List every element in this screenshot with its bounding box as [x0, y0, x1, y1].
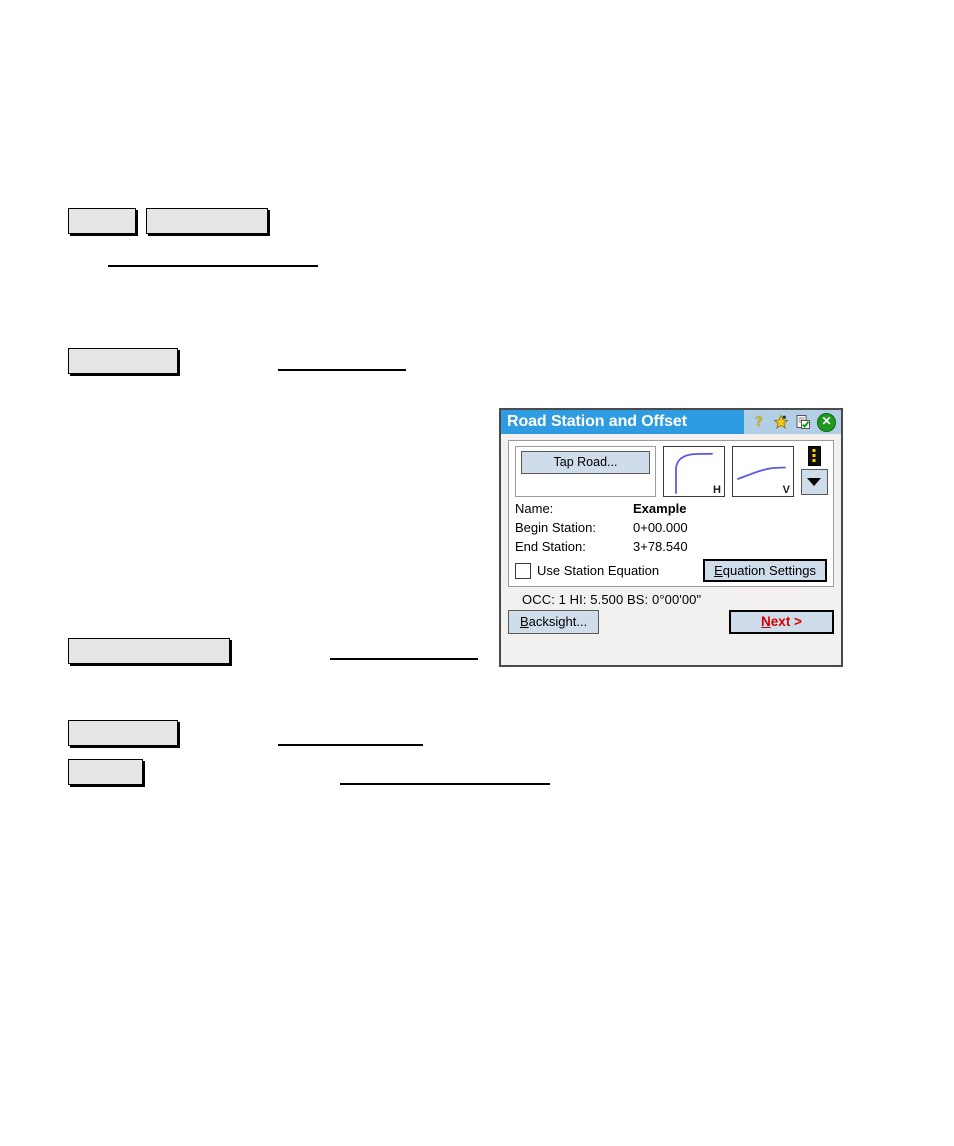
backsight-rest: acksight...: [528, 614, 588, 629]
name-value: Example: [633, 501, 687, 516]
end-station-label: End Station:: [515, 539, 586, 554]
redacted-rule-4: [278, 744, 423, 746]
next-button[interactable]: Next >: [729, 610, 834, 634]
next-rest: ext >: [770, 614, 802, 629]
backsight-button[interactable]: Backsight...: [508, 610, 600, 634]
equation-settings-rest: quation Settings: [722, 563, 816, 578]
road-selector-row: Tap Road... H V: [515, 446, 828, 497]
end-station-value: 3+78.540: [633, 539, 688, 554]
titlebar-icon-group: ? ✕: [744, 410, 841, 434]
vertical-alignment-preview[interactable]: V: [732, 446, 794, 497]
chevron-down-icon: [807, 478, 821, 486]
dialog-bottom-bar: Backsight... Next >: [501, 610, 841, 634]
field-row-name: Name: Example: [515, 501, 827, 516]
dialog-client-area: Tap Road... H V Name: Example Begin Stat…: [501, 434, 841, 610]
equation-settings-accel: E: [714, 563, 723, 578]
redacted-rule-2: [278, 369, 406, 371]
begin-station-label: Begin Station:: [515, 520, 596, 535]
clipboard-check-icon[interactable]: [795, 414, 811, 430]
equation-settings-button[interactable]: Equation Settings: [703, 559, 827, 582]
backsight-accel: B: [520, 614, 529, 629]
redacted-button-1: [68, 208, 136, 234]
tap-road-cell: Tap Road...: [515, 446, 656, 497]
tap-road-button[interactable]: Tap Road...: [521, 451, 650, 474]
close-icon[interactable]: ✕: [817, 412, 836, 432]
use-station-equation-label: Use Station Equation: [537, 563, 660, 578]
status-line: OCC: 1 HI: 5.500 BS: 0°00'00": [522, 592, 702, 607]
road-icon: [807, 446, 821, 466]
road-selection-panel: Tap Road... H V Name: Example Begin Stat…: [508, 440, 834, 587]
field-row-begin-station: Begin Station: 0+00.000: [515, 520, 827, 535]
redacted-button-3: [68, 348, 178, 374]
redacted-button-4: [68, 638, 230, 664]
field-row-end-station: End Station: 3+78.540: [515, 539, 827, 554]
road-station-and-offset-dialog: Road Station and Offset ? ✕ Tap Road... …: [499, 408, 843, 667]
star-icon[interactable]: [773, 414, 789, 430]
redacted-button-5: [68, 720, 178, 746]
next-accel: N: [761, 614, 771, 629]
redacted-button-2: [146, 208, 268, 234]
road-icon-column: [800, 446, 828, 495]
redacted-rule-5: [340, 783, 550, 785]
vertical-preview-label: V: [782, 484, 790, 496]
redacted-button-6: [68, 759, 143, 785]
redacted-rule-1: [108, 265, 318, 267]
redacted-rule-3: [330, 658, 478, 660]
begin-station-value: 0+00.000: [633, 520, 688, 535]
dialog-titlebar: Road Station and Offset ? ✕: [501, 410, 841, 434]
horizontal-alignment-preview[interactable]: H: [663, 446, 725, 497]
help-icon[interactable]: ?: [751, 414, 767, 430]
use-station-equation-checkbox[interactable]: [515, 562, 531, 579]
use-station-equation-row: Use Station Equation Equation Settings: [515, 559, 827, 582]
dialog-title: Road Station and Offset: [507, 413, 687, 430]
road-dropdown-button[interactable]: [800, 469, 828, 495]
name-label: Name:: [515, 501, 554, 516]
horizontal-preview-label: H: [713, 484, 721, 496]
